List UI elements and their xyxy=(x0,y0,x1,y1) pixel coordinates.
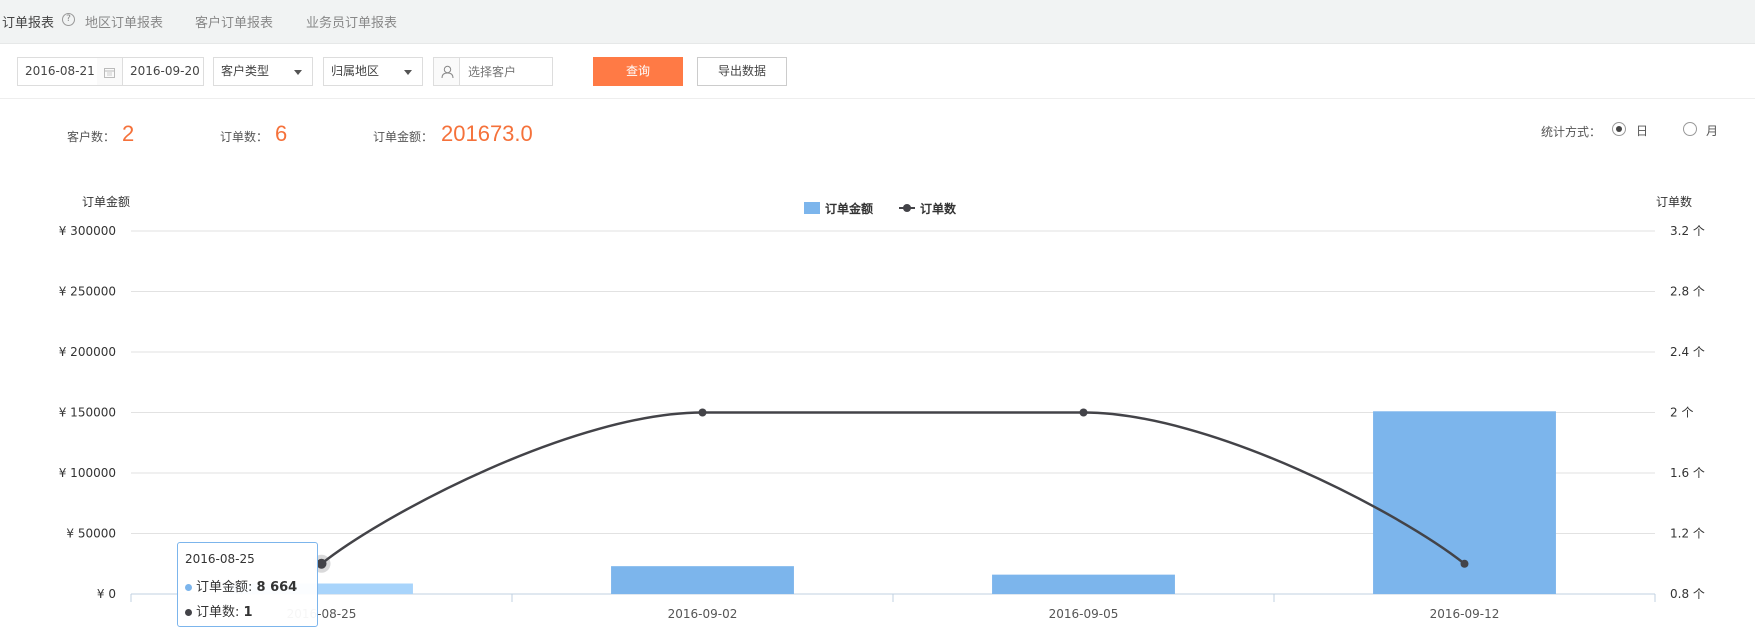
report-tabs: 订单报表 ? 地区订单报表 客户订单报表 业务员订单报表 xyxy=(0,0,1755,44)
query-button[interactable]: 查询 xyxy=(593,57,683,86)
tab-customer-order-report[interactable]: 客户订单报表 xyxy=(195,12,273,31)
line-point-order-count xyxy=(698,408,707,417)
y-right-tick-label: 2.4 个 xyxy=(1670,345,1705,359)
y-left-tick-label: ¥ 250000 xyxy=(59,285,116,299)
legend-line-marker xyxy=(903,204,911,212)
y-left-tick-label: ¥ 200000 xyxy=(59,345,116,359)
y-right-tick-label: 1.2 个 xyxy=(1670,527,1705,541)
tooltip-amount-label: 订单金额: xyxy=(196,580,257,595)
tooltip-amount-row: 订单金额: 8 664 xyxy=(185,576,297,595)
start-date-input[interactable]: 2016-08-21 xyxy=(17,57,98,86)
mode-month-radio[interactable] xyxy=(1683,122,1697,136)
y-left-axis-title: 订单金额 xyxy=(82,194,130,209)
customer-icon xyxy=(433,57,460,86)
y-left-tick-label: ¥ 300000 xyxy=(59,224,116,238)
chart-tooltip: 2016-08-25 订单金额: 8 664 订单数: 1 xyxy=(177,542,318,627)
legend-line-label: 订单数 xyxy=(920,201,957,216)
mode-day-radio[interactable] xyxy=(1612,122,1626,136)
tooltip-amount-value: 8 664 xyxy=(256,580,298,595)
x-tick-label: 2016-09-02 xyxy=(668,607,738,621)
x-tick-label: 2016-09-12 xyxy=(1430,607,1500,621)
filter-toolbar: 2016-08-21 2016-09-20 客户类型 归属地区 查询 导出数据 xyxy=(0,44,1755,99)
customer-search-input[interactable] xyxy=(459,57,553,86)
chevron-down-icon xyxy=(404,70,412,75)
chevron-down-icon xyxy=(294,70,302,75)
y-right-tick-label: 1.6 个 xyxy=(1670,466,1705,480)
legend-bar-label: 订单金额 xyxy=(825,201,873,216)
y-left-tick-label: ¥ 0 xyxy=(97,587,116,601)
tooltip-count-row: 订单数: 1 xyxy=(185,601,253,620)
tooltip-count-dot xyxy=(185,609,192,616)
y-left-tick-label: ¥ 50000 xyxy=(66,527,116,541)
order-amount-value: 201673.0 xyxy=(441,121,533,146)
y-left-tick-label: ¥ 150000 xyxy=(59,406,116,420)
export-data-button[interactable]: 导出数据 xyxy=(697,57,787,86)
x-tick-label: 2016-09-05 xyxy=(1049,607,1119,621)
mode-day-label: 日 xyxy=(1636,124,1649,138)
calendar-icon[interactable] xyxy=(97,57,123,86)
end-date-input[interactable]: 2016-09-20 xyxy=(122,57,204,86)
bar-order-amount xyxy=(992,574,1175,594)
customers-count-value: 2 xyxy=(122,121,135,146)
customers-count-label: 客户数： xyxy=(67,130,116,144)
y-right-tick-label: 3.2 个 xyxy=(1670,224,1705,238)
order-amount-label: 订单金额： xyxy=(373,130,434,144)
customer-type-select[interactable]: 客户类型 xyxy=(213,57,313,86)
y-right-tick-label: 0.8 个 xyxy=(1670,587,1705,601)
tab-region-order-report[interactable]: 地区订单报表 xyxy=(85,12,163,31)
line-point-order-count xyxy=(1460,559,1469,568)
orders-count-label: 订单数： xyxy=(220,130,269,144)
line-order-count xyxy=(320,411,1466,565)
line-point-order-count xyxy=(316,558,327,569)
y-right-tick-label: 2.8 个 xyxy=(1670,285,1705,299)
tab-salesperson-order-report[interactable]: 业务员订单报表 xyxy=(306,12,397,31)
help-icon[interactable]: ? xyxy=(62,13,75,26)
mode-month-label: 月 xyxy=(1706,124,1719,138)
customer-type-value: 客户类型 xyxy=(221,64,270,78)
y-right-tick-label: 2 个 xyxy=(1670,406,1693,420)
y-left-tick-label: ¥ 100000 xyxy=(59,466,116,480)
tab-order-report[interactable]: 订单报表 xyxy=(2,12,54,31)
region-select[interactable]: 归属地区 xyxy=(323,57,423,86)
tooltip-count-label: 订单数: xyxy=(196,605,244,620)
bar-order-amount xyxy=(611,566,794,594)
tooltip-date: 2016-08-25 xyxy=(185,552,255,566)
region-value: 归属地区 xyxy=(331,64,380,78)
y-right-axis-title: 订单数 xyxy=(1656,194,1692,209)
legend-bar-swatch xyxy=(804,202,820,214)
stat-mode-label: 统计方式： xyxy=(1541,125,1602,139)
tooltip-amount-dot xyxy=(185,584,192,591)
line-point-order-count xyxy=(1079,408,1088,417)
orders-count-value: 6 xyxy=(275,121,288,146)
tooltip-count-value: 1 xyxy=(243,605,253,620)
